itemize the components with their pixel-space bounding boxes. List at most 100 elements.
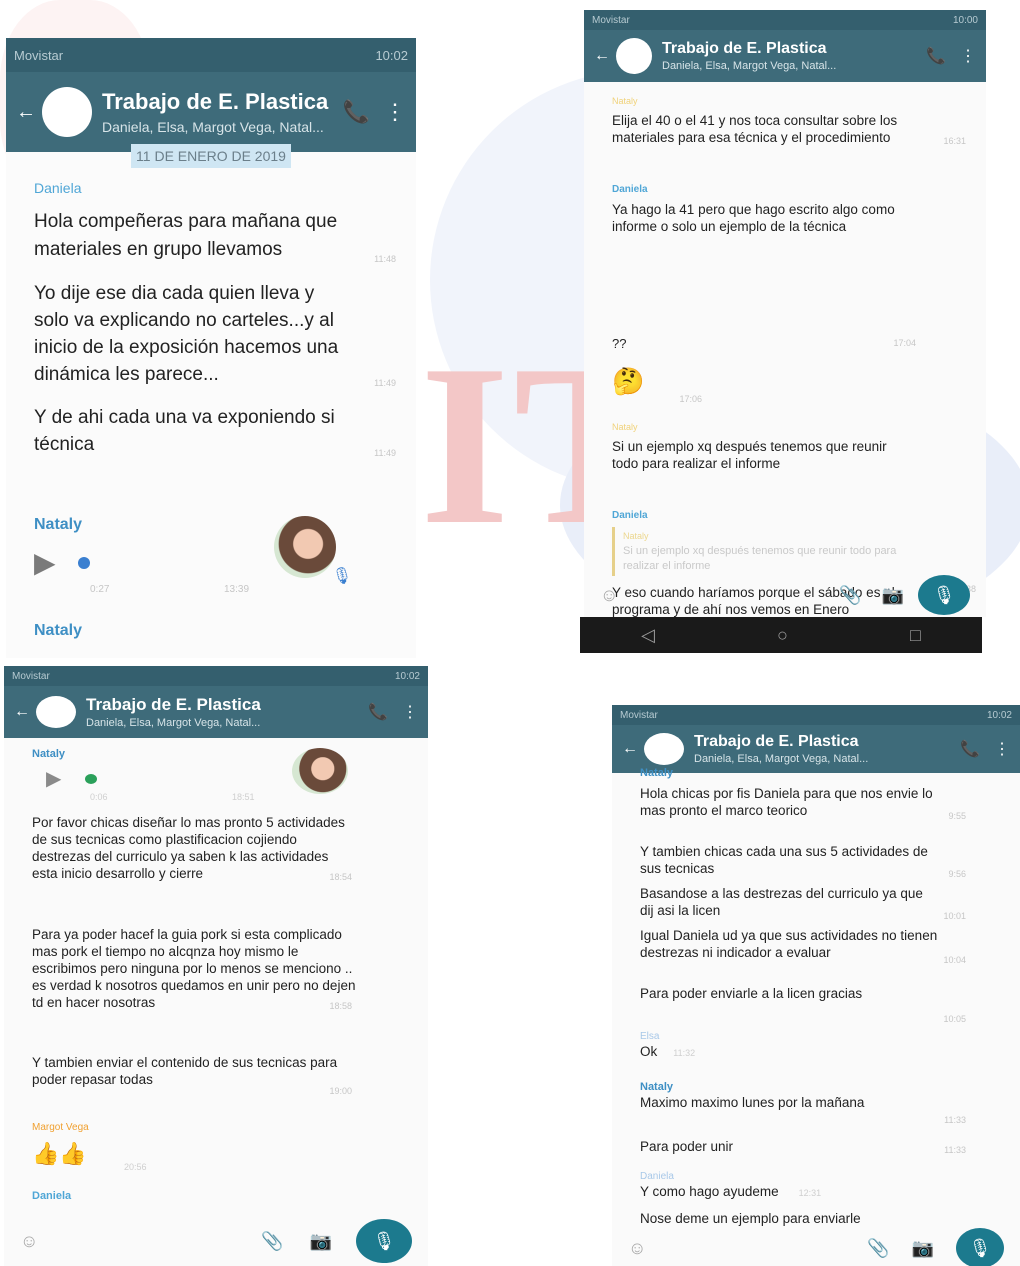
clock: 10:02	[394, 670, 420, 682]
back-arrow-icon[interactable]: ←	[622, 740, 638, 758]
back-arrow-icon[interactable]: ←	[594, 47, 610, 65]
message-text: Y tambien enviar el contenido de sus tec…	[32, 1055, 338, 1087]
group-avatar[interactable]	[644, 733, 684, 765]
clock: 10:02	[375, 47, 408, 63]
message-4: 🤔 17:06	[584, 366, 986, 404]
camera-icon[interactable]: 📷	[310, 1231, 332, 1252]
message-5: Nataly Si un ejemplo xq después tenemos …	[584, 422, 986, 472]
sender-name: Daniela	[612, 184, 648, 195]
voice-progress-dot[interactable]	[85, 773, 98, 784]
sender-name: Nataly	[612, 96, 638, 106]
message-4: Igual Daniela ud ya que sus actividades …	[612, 927, 1020, 965]
message-3: Y de ahi cada una va exponiendo si técni…	[6, 404, 416, 458]
voice-progress-dot[interactable]	[77, 556, 90, 569]
clock: 10:02	[986, 709, 1012, 721]
chat-title: Trabajo de E. Plastica	[86, 695, 261, 714]
message-time: 10:05	[943, 1014, 966, 1024]
message-text: Si un ejemplo xq después tenemos que reu…	[612, 439, 887, 471]
mic-button[interactable]: 🎙	[918, 575, 970, 615]
chat-titles[interactable]: Trabajo de E. Plastica Daniela, Elsa, Ma…	[662, 40, 912, 72]
back-arrow-icon[interactable]: ←	[16, 101, 36, 124]
message-time: 13:39	[224, 584, 250, 595]
emoji-icon[interactable]: ☺	[600, 585, 618, 606]
chat-body: Nataly Elija el 40 o el 41 y nos toca co…	[584, 82, 986, 617]
add-call-icon[interactable]: 📞	[926, 46, 946, 66]
emoji-icon[interactable]: ☺	[628, 1238, 646, 1259]
chat-titles[interactable]: Trabajo de E. Plastica Daniela, Elsa, Ma…	[694, 733, 946, 765]
status-bar: Movistar 10:02	[612, 705, 1020, 725]
message-4: Margot Vega 👍👍 20:56	[4, 1122, 428, 1172]
sender-name: Nataly	[34, 516, 83, 533]
message-time: 11:48	[374, 254, 396, 264]
sender-avatar[interactable]	[292, 748, 348, 794]
play-icon[interactable]: ▶	[34, 546, 56, 579]
chat-screenshot-1: Movistar 10:02 ← Trabajo de E. Plastica …	[6, 38, 416, 658]
nav-home-icon[interactable]: ○	[777, 625, 788, 646]
message-text: Para ya poder hacef la guia pork si esta…	[32, 927, 356, 1010]
voice-duration: 0:06	[90, 792, 108, 802]
message-time: 11:32	[673, 1048, 696, 1058]
message-1: Nataly Elija el 40 o el 41 y nos toca co…	[584, 96, 986, 146]
message-time: 11:33	[944, 1145, 966, 1156]
sender-name: Nataly	[640, 1081, 674, 1093]
message-text: Hola compeñeras para mañana que material…	[34, 211, 338, 260]
status-bar: Movistar 10:00	[584, 10, 986, 30]
message-2: Para ya poder hacef la guia pork si esta…	[4, 926, 428, 1011]
message-1: Hola chicas por fis Daniela para que nos…	[612, 785, 1020, 821]
chat-titles[interactable]: Trabajo de E. Plastica Daniela, Elsa, Ma…	[102, 89, 329, 135]
more-vert-icon[interactable]: ⋮	[960, 46, 976, 66]
group-avatar[interactable]	[616, 38, 652, 74]
add-call-icon[interactable]: 📞	[960, 739, 980, 759]
mic-icon: 🎙	[932, 584, 956, 605]
mic-button[interactable]: 🎙	[956, 1228, 1004, 1266]
more-vert-icon[interactable]: ⋮	[402, 702, 418, 722]
carrier-label: Movistar	[592, 14, 630, 26]
group-avatar[interactable]	[36, 696, 76, 728]
back-arrow-icon[interactable]: ←	[14, 703, 30, 721]
sender-name: Nataly	[612, 422, 638, 432]
add-call-icon[interactable]: 📞	[368, 702, 388, 722]
attach-icon[interactable]: 📎	[867, 1238, 889, 1259]
quote-sender: Nataly	[623, 531, 649, 541]
message-time: 12:31	[798, 1188, 822, 1198]
more-vert-icon[interactable]: ⋮	[994, 739, 1010, 759]
message-text: Y como hago ayudeme	[640, 1184, 779, 1199]
message-8: Para poder unir 11:33	[612, 1139, 1020, 1155]
chat-header: ← Trabajo de E. Plastica Daniela, Elsa, …	[584, 30, 986, 82]
sender-name: Elsa	[640, 1031, 660, 1042]
chat-members: Daniela, Elsa, Margot Vega, Natal...	[102, 119, 324, 135]
attach-icon[interactable]: 📎	[261, 1231, 283, 1252]
message-2: Yo dije ese dia cada quien lleva y solo …	[6, 280, 416, 388]
group-avatar[interactable]	[42, 87, 92, 137]
message-text: Por favor chicas diseñar lo mas pronto 5…	[32, 815, 345, 881]
attach-icon[interactable]: 📎	[839, 585, 861, 606]
quoted-message[interactable]: Nataly Si un ejemplo xq después tenemos …	[612, 527, 912, 576]
message-text: Nose deme un ejemplo para enviarle	[640, 1211, 861, 1226]
voice-duration: 0:27	[90, 584, 110, 595]
chat-title: Trabajo de E. Plastica	[694, 733, 859, 750]
chat-body: 11 DE ENERO DE 2019 Daniela Hola compeñe…	[6, 144, 416, 658]
chat-screenshot-4: Movistar 10:02 ← Trabajo de E. Plastica …	[612, 705, 1020, 1266]
sender-name: Daniela	[640, 1171, 674, 1182]
play-icon[interactable]: ▶	[46, 766, 61, 791]
emoji-icon[interactable]: ☺	[20, 1231, 38, 1252]
camera-icon[interactable]: 📷	[912, 1238, 934, 1259]
chat-titles[interactable]: Trabajo de E. Plastica Daniela, Elsa, Ma…	[86, 695, 354, 729]
nav-recents-icon[interactable]: □	[910, 625, 921, 646]
camera-icon[interactable]: 📷	[882, 585, 904, 606]
clock: 10:00	[952, 14, 978, 26]
message-input-bar: ☺ 📎 📷 🎙	[612, 1228, 1020, 1266]
message-7: Nataly Maximo maximo lunes por la mañana…	[612, 1081, 1020, 1125]
sender-avatar[interactable]	[274, 516, 336, 578]
message-text: Igual Daniela ud ya que sus actividades …	[640, 928, 938, 960]
carrier-label: Movistar	[620, 709, 658, 721]
message-input-bar: ☺ 📎 📷 🎙	[4, 1216, 428, 1266]
add-call-icon[interactable]: 📞	[343, 99, 370, 125]
message-text: Hola chicas por fis Daniela para que nos…	[640, 786, 933, 818]
message-text: Y tambien chicas cada una sus 5 activida…	[640, 844, 928, 876]
mic-button[interactable]: 🎙	[356, 1219, 412, 1263]
sender-name: Daniela	[32, 1190, 72, 1202]
more-vert-icon[interactable]: ⋮	[384, 99, 406, 125]
message-time: 18:58	[329, 1001, 352, 1011]
nav-back-icon[interactable]: ◁	[641, 625, 655, 646]
